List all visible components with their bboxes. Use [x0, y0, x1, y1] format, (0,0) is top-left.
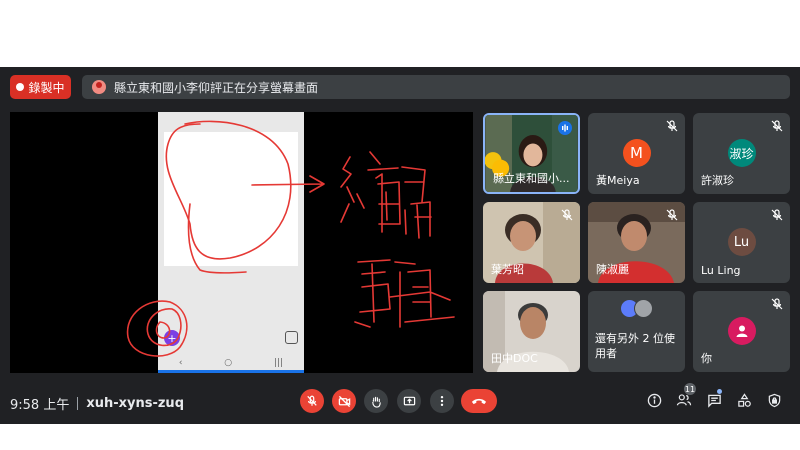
participant-tile-3[interactable]: 淑珍 許淑珍 [693, 113, 790, 194]
camera-off-icon [338, 395, 350, 407]
participant-name: 還有另外 2 位使用者 [595, 332, 675, 360]
ink-arrow-stroke [251, 175, 325, 193]
participant-name: 葉芳昭 [491, 263, 524, 276]
info-icon [647, 393, 661, 407]
participant-tile-2[interactable]: M 黃Meiya [588, 113, 685, 194]
mic-off-icon [561, 209, 573, 221]
recording-badge: 錄製中 [10, 75, 71, 99]
camera-toggle-button[interactable] [332, 389, 356, 413]
meet-window: 錄製中 縣立東和國小李仰評正在分享螢幕畫面 + ‹ ○ ||| 縣立東和國小..… [0, 67, 800, 424]
mic-toggle-button[interactable] [300, 389, 324, 413]
self-avatar-icon [727, 317, 756, 345]
mic-off-icon [771, 298, 783, 310]
meeting-info: 9:58 上午 xuh-xyns-zuq [10, 394, 184, 413]
shield-lock-icon [768, 393, 780, 407]
hand-icon [371, 396, 381, 408]
participant-name: 縣立東和國小... [493, 172, 570, 185]
speaking-indicator-icon [558, 121, 572, 135]
participant-avatar: 淑珍 [727, 139, 756, 167]
leave-call-button[interactable] [461, 389, 497, 413]
people-icon [676, 394, 692, 406]
recording-label: 錄製中 [28, 80, 65, 95]
chat-icon [707, 394, 721, 408]
mic-off-icon [666, 120, 678, 132]
other-avatar-icon-2 [634, 299, 653, 318]
ink-char-top [340, 151, 432, 239]
people-count-badge: 11 [684, 383, 696, 395]
ink-hook-stroke [187, 203, 247, 274]
participant-tile-9-self[interactable]: 你 [693, 291, 790, 372]
participant-name: 你 [701, 352, 712, 365]
host-controls-button[interactable] [765, 391, 783, 409]
ink-fab-circles [126, 300, 188, 357]
ink-circle-stroke [165, 120, 292, 260]
divider [77, 397, 79, 410]
meeting-time: 9:58 上午 [10, 398, 70, 413]
participant-tile-4[interactable]: 葉芳昭 [483, 202, 580, 283]
mic-off-icon [307, 395, 317, 406]
more-options-button[interactable] [430, 389, 454, 413]
participant-tile-1[interactable]: 縣立東和國小... [483, 113, 580, 194]
raise-hand-button[interactable] [364, 389, 388, 413]
participant-tile-7[interactable]: 田中DOC [483, 291, 580, 372]
participant-tile-5[interactable]: 陳淑麗 [588, 202, 685, 283]
participant-avatar: Lu [727, 228, 756, 256]
share-banner-text: 縣立東和國小李仰評正在分享螢幕畫面 [114, 80, 319, 95]
share-banner: 縣立東和國小李仰評正在分享螢幕畫面 [82, 75, 790, 99]
participant-name: 許淑珍 [701, 174, 734, 187]
activities-shapes-icon [737, 392, 751, 407]
present-icon [403, 396, 415, 405]
others-avatars [620, 299, 654, 318]
participant-tile-6[interactable]: Lu Lu Ling [693, 202, 790, 283]
participant-name: 田中DOC [491, 352, 538, 365]
chat-notification-dot [717, 389, 722, 394]
participant-name: Lu Ling [701, 264, 741, 277]
mic-off-icon [771, 209, 783, 221]
presentation-stage: + ‹ ○ ||| [10, 112, 473, 373]
present-screen-button[interactable] [397, 389, 421, 413]
control-bar: 9:58 上午 xuh-xyns-zuq 11 [0, 383, 800, 424]
activities-button[interactable] [735, 391, 753, 409]
ink-char-bottom [354, 259, 455, 328]
meeting-details-button[interactable] [645, 391, 663, 409]
meeting-code: xuh-xyns-zuq [86, 396, 184, 411]
mic-off-icon [771, 120, 783, 132]
participant-name: 黃Meiya [596, 174, 640, 187]
hang-up-icon [471, 398, 487, 405]
participant-avatar: M [622, 139, 651, 167]
presenter-avatar-icon [92, 80, 106, 94]
participant-name: 陳淑麗 [596, 263, 629, 276]
record-dot-icon [16, 83, 25, 91]
more-vert-icon [440, 395, 444, 407]
mic-off-icon [666, 209, 678, 221]
participant-tile-8-others[interactable]: 還有另外 2 位使用者 [588, 291, 685, 372]
annotation-ink [126, 120, 455, 357]
